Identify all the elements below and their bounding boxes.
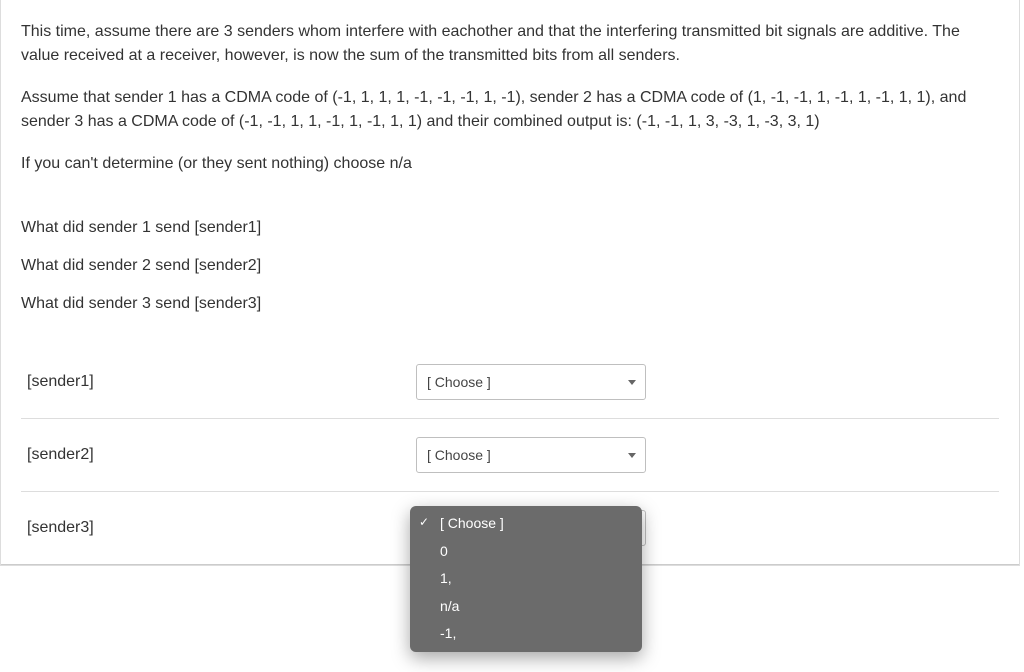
dropdown-option-neg1[interactable]: -1,: [410, 620, 642, 648]
dropdown-option-1[interactable]: 1,: [410, 565, 642, 593]
dropdown-option-choose-label: [ Choose ]: [440, 515, 504, 531]
select-wrap-sender3: ✓ [ Choose ] 0 1, n/a -1,: [416, 510, 646, 546]
select-wrap-sender1: [ Choose ]: [416, 364, 646, 400]
answer-rows: [sender1] [ Choose ] [sender2] [ Choose …: [21, 346, 999, 564]
question-sender3: What did sender 3 send [sender3]: [21, 292, 999, 316]
prompt-paragraph-2: Assume that sender 1 has a CDMA code of …: [21, 86, 999, 134]
dropdown-option-na-label: n/a: [440, 598, 459, 614]
select-sender1[interactable]: [ Choose ]: [416, 364, 646, 400]
question-prompt: This time, assume there are 3 senders wh…: [21, 20, 999, 176]
dropdown-option-neg1-label: -1,: [440, 625, 456, 641]
dropdown-option-0[interactable]: 0: [410, 538, 642, 566]
answer-row-sender3: [sender3] ✓ [ Choose ] 0 1, n/a: [21, 491, 999, 564]
question-sender1: What did sender 1 send [sender1]: [21, 216, 999, 240]
answer-label-sender2: [sender2]: [21, 446, 416, 464]
check-icon: ✓: [419, 514, 429, 531]
dropdown-sender3[interactable]: ✓ [ Choose ] 0 1, n/a -1,: [410, 506, 642, 652]
dropdown-option-choose[interactable]: ✓ [ Choose ]: [410, 510, 642, 538]
select-wrap-sender2: [ Choose ]: [416, 437, 646, 473]
select-sender2[interactable]: [ Choose ]: [416, 437, 646, 473]
answer-row-sender2: [sender2] [ Choose ]: [21, 418, 999, 491]
question-container: This time, assume there are 3 senders wh…: [0, 0, 1020, 566]
dropdown-option-0-label: 0: [440, 543, 448, 559]
question-list: What did sender 1 send [sender1] What di…: [21, 216, 999, 316]
dropdown-option-na[interactable]: n/a: [410, 593, 642, 621]
answer-row-sender1: [sender1] [ Choose ]: [21, 346, 999, 418]
prompt-paragraph-1: This time, assume there are 3 senders wh…: [21, 20, 999, 68]
question-sender2: What did sender 2 send [sender2]: [21, 254, 999, 278]
answer-label-sender3: [sender3]: [21, 519, 416, 537]
dropdown-option-1-label: 1,: [440, 570, 452, 586]
prompt-paragraph-3: If you can't determine (or they sent not…: [21, 152, 999, 176]
answer-label-sender1: [sender1]: [21, 373, 416, 391]
